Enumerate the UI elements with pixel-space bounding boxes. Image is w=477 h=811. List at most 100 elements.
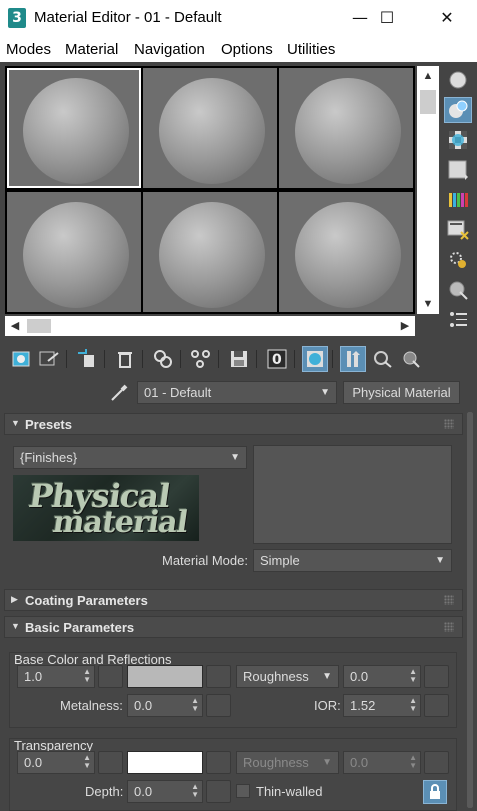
roughness-value: 0.0 (350, 669, 369, 684)
put-to-library-icon (191, 350, 210, 368)
material-type-button[interactable]: Physical Material (343, 381, 460, 404)
metalness-map-button[interactable] (206, 694, 231, 717)
transparency-roughness-mode-dropdown: Roughness ▼ (236, 751, 339, 774)
menu-utilities[interactable]: Utilities (287, 41, 335, 58)
go-forward-to-sibling-button[interactable] (398, 346, 424, 372)
spinner-arrows-icon[interactable]: ▲ ▼ (409, 668, 417, 684)
app-logo-icon: 3 (8, 8, 26, 28)
sample-slots-grid (5, 66, 415, 314)
material-name-field[interactable]: 01 - Default ▼ (137, 381, 337, 404)
transparency-roughness-value: 0.0 (350, 755, 369, 770)
transparency-color-map-button[interactable] (206, 751, 231, 774)
grip-icon (444, 622, 454, 632)
select-by-material-button[interactable] (444, 277, 472, 303)
make-preview-button[interactable] (444, 217, 472, 243)
sample-slot-4[interactable] (7, 192, 141, 312)
presets-dropdown[interactable]: {Finishes} ▼ (13, 446, 247, 469)
base-weight-map-button[interactable] (98, 665, 123, 688)
scroll-down-icon[interactable]: ▼ (417, 294, 439, 314)
show-shaded-material-button[interactable] (302, 346, 328, 372)
put-to-scene-button[interactable] (36, 346, 62, 372)
collapse-icon: ▼ (11, 621, 20, 631)
make-unique-button[interactable] (150, 346, 176, 372)
transparency-color-swatch[interactable] (127, 751, 203, 774)
transparency-roughness-spinner: 0.0 ▲ ▼ (343, 751, 421, 774)
basic-parameters-rollout-header[interactable]: ▼ Basic Parameters (4, 616, 463, 638)
video-color-check-button[interactable] (444, 187, 472, 213)
sample-type-button[interactable] (444, 67, 472, 93)
get-material-button[interactable] (8, 346, 34, 372)
maximize-button[interactable]: ☐ (364, 0, 410, 36)
grip-icon (444, 595, 454, 605)
svg-text:0: 0 (272, 352, 282, 368)
scroll-thumb[interactable] (27, 319, 51, 333)
panel-scrollbar[interactable] (467, 412, 473, 808)
close-button[interactable]: ✕ (424, 0, 470, 36)
slots-horizontal-scrollbar[interactable]: ◀ ▶ (5, 316, 415, 336)
sample-slot-2[interactable] (143, 68, 277, 188)
transparency-weight-spinner[interactable]: 0.0 ▲ ▼ (17, 751, 95, 774)
depth-map-button[interactable] (206, 780, 231, 803)
menu-navigation[interactable]: Navigation (134, 41, 205, 58)
coating-rollout-header[interactable]: ▶ Coating Parameters (4, 589, 463, 611)
ior-spinner[interactable]: 1.52 ▲ ▼ (343, 694, 421, 717)
metalness-spinner[interactable]: 0.0 ▲ ▼ (127, 694, 203, 717)
transparency-weight-map-button[interactable] (98, 751, 123, 774)
menu-material[interactable]: Material (65, 41, 118, 58)
sample-slot-6[interactable] (279, 192, 413, 312)
scroll-right-icon[interactable]: ▶ (395, 316, 415, 336)
physical-material-logo: Physical material (13, 475, 199, 541)
uv-tiling-button[interactable] (444, 157, 472, 183)
spinner-arrows-icon[interactable]: ▲ ▼ (83, 754, 91, 770)
slots-vertical-scrollbar[interactable]: ▲ ▼ (417, 66, 439, 314)
sample-slot-1[interactable] (7, 68, 141, 188)
depth-spinner[interactable]: 0.0 ▲ ▼ (127, 780, 203, 803)
backlight-button[interactable] (444, 97, 472, 123)
sample-slot-3[interactable] (279, 68, 413, 188)
title-bar: 3 Material Editor - 01 - Default — ☐ ✕ (0, 0, 477, 36)
go-to-parent-button[interactable] (370, 346, 396, 372)
ior-map-button[interactable] (424, 694, 449, 717)
sample-slots-area: ▲ ▼ ◀ ▶ (0, 62, 477, 340)
show-end-result-button[interactable] (340, 346, 366, 372)
save-button[interactable] (226, 346, 252, 372)
thin-walled-checkbox[interactable] (236, 784, 250, 798)
reset-map-button[interactable] (112, 346, 138, 372)
menu-options[interactable]: Options (221, 41, 273, 58)
spinner-arrows-icon[interactable]: ▲ ▼ (191, 783, 199, 799)
roughness-mode-dropdown[interactable]: Roughness ▼ (236, 665, 339, 688)
menu-modes[interactable]: Modes (6, 41, 51, 58)
base-color-swatch[interactable] (127, 665, 203, 688)
material-mode-dropdown[interactable]: Simple ▼ (253, 549, 452, 572)
spinner-arrows-icon[interactable]: ▲ ▼ (409, 697, 417, 713)
material-sphere (23, 202, 129, 308)
put-to-library-button[interactable] (188, 346, 214, 372)
lock-button[interactable] (423, 780, 447, 804)
assign-to-selection-button[interactable] (74, 346, 100, 372)
base-color-map-button[interactable] (206, 665, 231, 688)
material-sphere (295, 202, 401, 308)
material-sphere (159, 202, 265, 308)
scroll-left-icon[interactable]: ◀ (5, 316, 25, 336)
material-navigator-button[interactable] (444, 307, 472, 333)
roughness-map-button[interactable] (424, 665, 449, 688)
sample-slot-5[interactable] (143, 192, 277, 312)
options-icon (450, 252, 466, 268)
scroll-thumb[interactable] (420, 90, 436, 114)
material-id-channel-button[interactable]: 0 (264, 346, 290, 372)
scroll-thumb[interactable] (467, 412, 473, 808)
presets-rollout-header[interactable]: ▼ Presets (4, 413, 463, 435)
lock-icon (430, 784, 440, 799)
assign-to-selection-icon (78, 349, 94, 367)
background-button[interactable] (444, 127, 472, 153)
rollout-title: Coating Parameters (25, 593, 148, 608)
spinner-arrows-icon[interactable]: ▲ ▼ (191, 697, 199, 713)
spinner-arrows-icon[interactable]: ▲ ▼ (83, 668, 91, 684)
collapse-icon: ▼ (11, 418, 20, 428)
base-weight-spinner[interactable]: 1.0 ▲ ▼ (17, 665, 95, 688)
roughness-spinner[interactable]: 0.0 ▲ ▼ (343, 665, 421, 688)
options-button[interactable] (444, 247, 472, 273)
material-navigator-icon (450, 312, 467, 327)
scroll-up-icon[interactable]: ▲ (417, 66, 439, 86)
chevron-down-icon: ▼ (322, 671, 332, 682)
